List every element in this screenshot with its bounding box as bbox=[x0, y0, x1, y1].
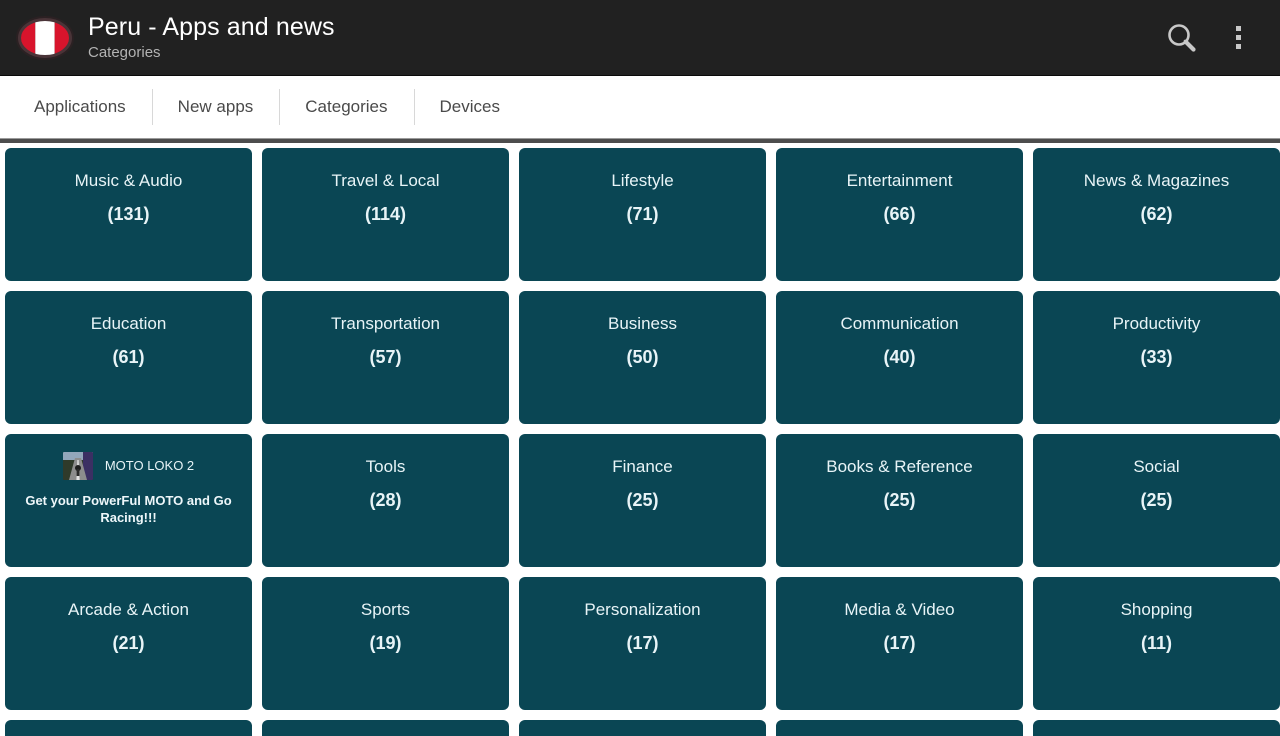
overflow-dot bbox=[1235, 44, 1241, 49]
overflow-dot bbox=[1235, 26, 1241, 31]
category-tile-label: News & Magazines bbox=[1083, 171, 1230, 190]
ad-header: MOTO LOKO 2 bbox=[5, 452, 252, 480]
category-tile-count: (28) bbox=[369, 490, 402, 510]
category-tile-count: (19) bbox=[369, 633, 402, 653]
category-tile-label: Tools bbox=[365, 457, 406, 476]
category-tile-label: Transportation bbox=[331, 314, 440, 333]
category-tile[interactable]: Finance (25) bbox=[519, 434, 766, 567]
tab-categories[interactable]: Categories bbox=[279, 76, 413, 138]
category-tile-empty[interactable] bbox=[262, 720, 509, 736]
category-tile-label: Arcade & Action bbox=[68, 600, 189, 619]
search-icon[interactable] bbox=[1154, 10, 1210, 66]
category-tile[interactable]: Travel & Local (114) bbox=[262, 148, 509, 281]
category-tile-label: Communication bbox=[840, 314, 959, 333]
category-tile-empty[interactable] bbox=[5, 720, 252, 736]
category-tile[interactable]: Media & Video (17) bbox=[776, 577, 1023, 710]
category-tile[interactable]: Education (61) bbox=[5, 291, 252, 424]
overflow-dot bbox=[1235, 35, 1241, 40]
category-tile[interactable]: News & Magazines (62) bbox=[1033, 148, 1280, 281]
page-subtitle: Categories bbox=[88, 44, 161, 61]
category-row: Education (61) Transportation (57) Business (… bbox=[5, 291, 1280, 424]
category-tile[interactable]: Transportation (57) bbox=[262, 291, 509, 424]
category-tile-count: (25) bbox=[883, 490, 916, 510]
category-tile[interactable]: Business (50) bbox=[519, 291, 766, 424]
category-tile-count: (40) bbox=[883, 347, 916, 367]
category-tile-label: Personalization bbox=[584, 600, 701, 619]
category-tile-label: Productivity bbox=[1112, 314, 1201, 333]
tab-applications[interactable]: Applications bbox=[8, 76, 152, 138]
category-tile[interactable]: Communication (40) bbox=[776, 291, 1023, 424]
category-row: MOTO LOKO 2 Get your PowerFul MOTO and Go… bbox=[5, 434, 1280, 567]
category-tile-label: Education bbox=[90, 314, 167, 333]
title-block: Peru - Apps and news Categories bbox=[88, 13, 1154, 62]
category-tile[interactable]: Entertainment (66) bbox=[776, 148, 1023, 281]
category-row: Arcade & Action (21) Sports (19) Personaliza… bbox=[5, 577, 1280, 710]
category-tile-count: (71) bbox=[626, 204, 659, 224]
category-tile-count: (114) bbox=[364, 204, 407, 224]
page-title: Peru - Apps and news bbox=[88, 13, 335, 41]
category-tile-label: Sports bbox=[360, 600, 411, 619]
moto-game-thumbnail bbox=[62, 452, 93, 480]
tab-new-apps[interactable]: New apps bbox=[151, 76, 280, 138]
peru-flag-icon bbox=[16, 15, 74, 61]
category-tile-count: (25) bbox=[626, 490, 659, 510]
category-tile-empty[interactable] bbox=[1033, 720, 1280, 736]
category-tile-count: (50) bbox=[626, 347, 659, 367]
category-tile-label: Business bbox=[608, 314, 677, 333]
category-tile[interactable]: Tools (28) bbox=[262, 434, 509, 567]
category-tile[interactable]: Lifestyle (71) bbox=[519, 148, 766, 281]
ad-tile[interactable]: MOTO LOKO 2 Get your PowerFul MOTO and Go… bbox=[5, 434, 252, 567]
category-tile[interactable]: Shopping (11) bbox=[1033, 577, 1280, 710]
category-tile-label: Books & Reference bbox=[826, 457, 973, 476]
category-tile-count: (17) bbox=[626, 633, 659, 653]
category-tile[interactable]: Arcade & Action (21) bbox=[5, 577, 252, 710]
category-tile-count: (11) bbox=[1140, 633, 1173, 653]
category-tile-count: (21) bbox=[112, 633, 145, 653]
category-tile[interactable]: Productivity (33) bbox=[1033, 291, 1280, 424]
category-tile-count: (33) bbox=[1140, 347, 1173, 367]
ad-title: MOTO LOKO 2 bbox=[104, 458, 195, 473]
category-tile[interactable]: Social (25) bbox=[1033, 434, 1280, 567]
tab-bar: Applications New apps Categories Devices bbox=[0, 76, 1280, 138]
category-tile-count: (57) bbox=[369, 347, 402, 367]
category-row bbox=[5, 720, 1280, 736]
category-tile[interactable]: Sports (19) bbox=[262, 577, 509, 710]
category-tile-count: (62) bbox=[1140, 204, 1173, 224]
action-bar: Peru - Apps and news Categories bbox=[0, 0, 1280, 76]
category-row: Music & Audio (131) Travel & Local (114) Lif… bbox=[5, 148, 1280, 281]
category-tile-label: Social bbox=[1133, 457, 1180, 476]
overflow-menu-icon[interactable] bbox=[1210, 10, 1266, 66]
category-tile-label: Lifestyle bbox=[611, 171, 674, 190]
category-tile-empty[interactable] bbox=[519, 720, 766, 736]
category-tile-count: (17) bbox=[883, 633, 916, 653]
category-tile-count: (25) bbox=[1140, 490, 1173, 510]
category-tile-label: Media & Video bbox=[844, 600, 955, 619]
ad-tagline: Get your PowerFul MOTO and Go Racing!!! bbox=[25, 493, 232, 525]
category-grid: Music & Audio (131) Travel & Local (114) Lif… bbox=[0, 143, 1280, 736]
category-tile-label: Music & Audio bbox=[74, 171, 183, 190]
category-tile-label: Travel & Local bbox=[331, 171, 440, 190]
tab-devices[interactable]: Devices bbox=[413, 76, 526, 138]
category-tile-label: Entertainment bbox=[846, 171, 953, 190]
category-tile[interactable]: Books & Reference (25) bbox=[776, 434, 1023, 567]
category-tile-count: (61) bbox=[112, 347, 145, 367]
category-tile-label: Shopping bbox=[1120, 600, 1193, 619]
category-tile-count: (131) bbox=[107, 204, 150, 224]
category-tile-empty[interactable] bbox=[776, 720, 1023, 736]
category-tile[interactable]: Music & Audio (131) bbox=[5, 148, 252, 281]
category-tile[interactable]: Personalization (17) bbox=[519, 577, 766, 710]
category-tile-label: Finance bbox=[612, 457, 673, 476]
category-tile-count: (66) bbox=[883, 204, 916, 224]
